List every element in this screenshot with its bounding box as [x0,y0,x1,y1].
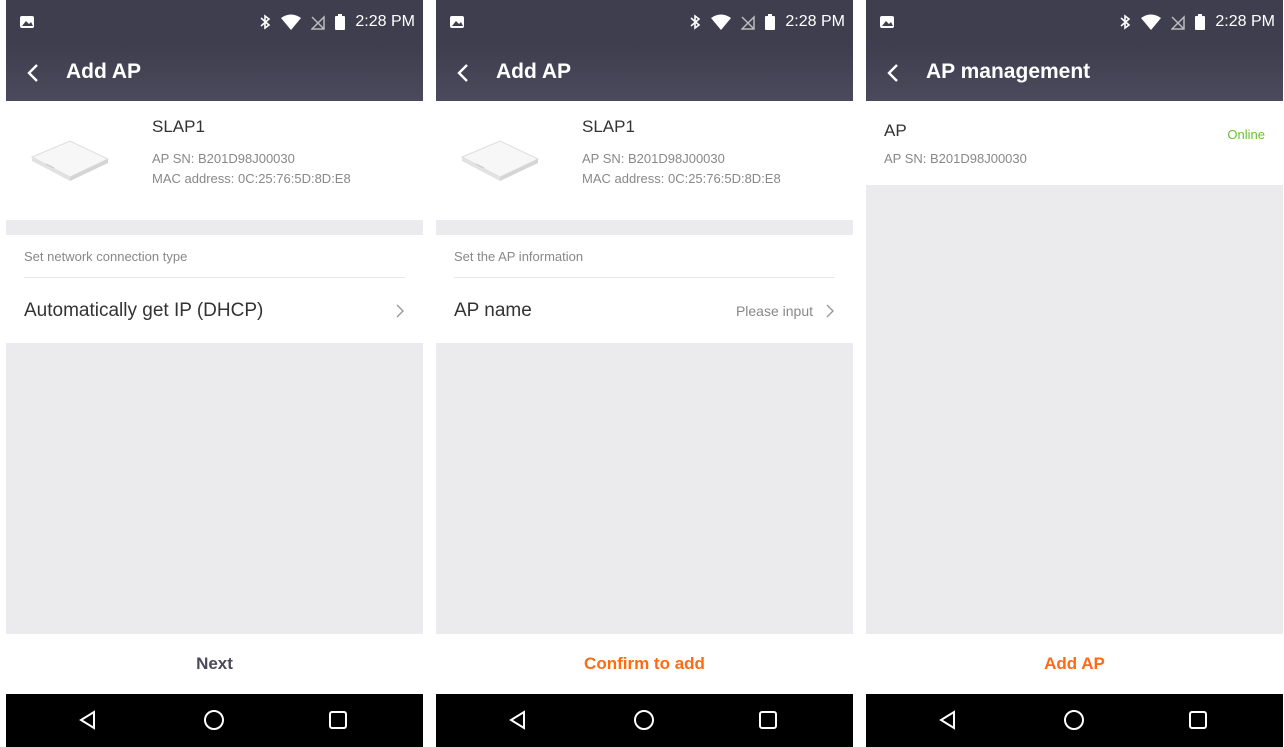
ap-name-placeholder: Please input [735,303,813,319]
add-ap-button[interactable]: Add AP [866,634,1283,694]
page-title: AP management [926,60,1091,83]
battery-icon [1195,14,1206,30]
ap-name: AP [884,121,907,140]
ap-serial: AP SN: B201D98J00030 [884,151,1027,166]
next-button-label: Next [196,654,233,673]
chevron-left-icon[interactable] [24,58,44,88]
nav-back-icon[interactable] [936,708,960,732]
next-button[interactable]: Next [6,634,423,694]
image-icon [880,16,894,28]
battery-icon [765,14,776,30]
add-ap-button-label: Add AP [1044,654,1105,673]
system-nav-bar [6,694,423,747]
ap-list-item[interactable]: AP AP SN: B201D98J00030 Online [866,101,1283,185]
status-bar: 2:28 PM [866,0,1283,44]
device-mac: MAC address: 0C:25:76:5D:8D:E8 [152,171,351,186]
ap-information-section: Set the AP information AP name Please in… [436,235,853,343]
chevron-right-icon [825,302,835,320]
system-nav-bar [866,694,1283,747]
no-sim-icon [311,14,326,30]
access-point-device-image [24,127,116,191]
row-label: AP name [454,300,532,321]
wifi-icon [1141,14,1162,30]
status-badge: Online [1227,127,1265,142]
row-label: Automatically get IP (DHCP) [24,300,264,321]
wifi-icon [711,14,732,30]
access-point-device-image [454,127,546,191]
battery-icon [335,14,346,30]
status-time: 2:28 PM [355,13,415,30]
app-header: Add AP [436,44,853,101]
app-header: Add AP [6,44,423,101]
connection-type-section: Set network connection type Automaticall… [6,235,423,343]
confirm-button-label: Confirm to add [584,654,705,673]
device-name: SLAP1 [582,117,635,136]
connection-type-row[interactable]: Automatically get IP (DHCP) [6,278,423,343]
nav-back-icon[interactable] [506,708,530,732]
no-sim-icon [741,14,756,30]
wifi-icon [281,14,302,30]
bluetooth-icon [689,14,701,30]
bluetooth-icon [259,14,271,30]
image-icon [450,16,464,28]
app-header: AP management [866,44,1283,101]
ap-name-row[interactable]: AP name Please input [436,278,853,343]
nav-home-icon[interactable] [202,708,226,732]
device-serial: AP SN: B201D98J00030 [582,151,725,166]
chevron-left-icon[interactable] [884,58,904,88]
nav-back-icon[interactable] [76,708,100,732]
status-time: 2:28 PM [785,13,845,30]
no-sim-icon [1171,14,1186,30]
device-name: SLAP1 [152,117,205,136]
add-ap-network-screen: 2:28 PM Add AP SLAP1 AP SN: B201D98J0003… [6,0,423,747]
status-bar: 2:28 PM [436,0,853,44]
device-mac: MAC address: 0C:25:76:5D:8D:E8 [582,171,781,186]
nav-home-icon[interactable] [1062,708,1086,732]
image-icon [20,16,34,28]
section-label: Set network connection type [24,249,188,264]
nav-recents-icon[interactable] [1186,708,1210,732]
add-ap-info-screen: 2:28 PM Add AP SLAP1 AP SN: B201D98J0003… [436,0,853,747]
chevron-right-icon [395,302,405,320]
device-info-card: SLAP1 AP SN: B201D98J00030 MAC address: … [436,101,853,220]
ap-management-screen: 2:28 PM AP management AP AP SN: B201D98J… [866,0,1283,747]
nav-recents-icon[interactable] [326,708,350,732]
section-label: Set the AP information [454,249,584,264]
chevron-left-icon[interactable] [454,58,474,88]
bluetooth-icon [1119,14,1131,30]
page-title: Add AP [496,60,572,83]
device-serial: AP SN: B201D98J00030 [152,151,295,166]
system-nav-bar [436,694,853,747]
nav-recents-icon[interactable] [756,708,780,732]
device-info-card: SLAP1 AP SN: B201D98J00030 MAC address: … [6,101,423,220]
nav-home-icon[interactable] [632,708,656,732]
page-title: Add AP [66,60,142,83]
confirm-to-add-button[interactable]: Confirm to add [436,634,853,694]
status-time: 2:28 PM [1215,13,1275,30]
status-bar: 2:28 PM [6,0,423,44]
